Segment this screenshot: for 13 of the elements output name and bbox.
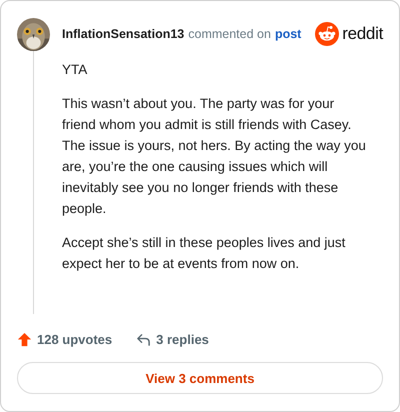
upvote-arrow-icon[interactable]: [17, 332, 32, 346]
post-link[interactable]: post: [274, 27, 302, 41]
username[interactable]: InflationSensation13: [62, 27, 184, 41]
view-comments-button[interactable]: View 3 comments: [17, 362, 383, 394]
logo-text: reddit: [342, 24, 383, 44]
alien-logo-icon: [315, 22, 340, 46]
comment-paragraph: This wasn’t about you. The party was for your friend whom you admit is still friends with Casey. The issue is yours, not hers. By acting the way you are, you’re the one causing issues which will inevitably see you no longer friends with these people.: [62, 95, 367, 218]
reply-count: 3 replies: [156, 332, 209, 346]
comment-paragraph: YTA: [62, 61, 88, 79]
comment-paragraph: Accept she’s still in these peoples lives and just expect her to be at events from now on.: [62, 234, 346, 273]
reply-arrow-icon[interactable]: [136, 332, 152, 346]
action-text: commented on: [188, 27, 271, 41]
upvote-count: 128 upvotes: [37, 332, 112, 346]
